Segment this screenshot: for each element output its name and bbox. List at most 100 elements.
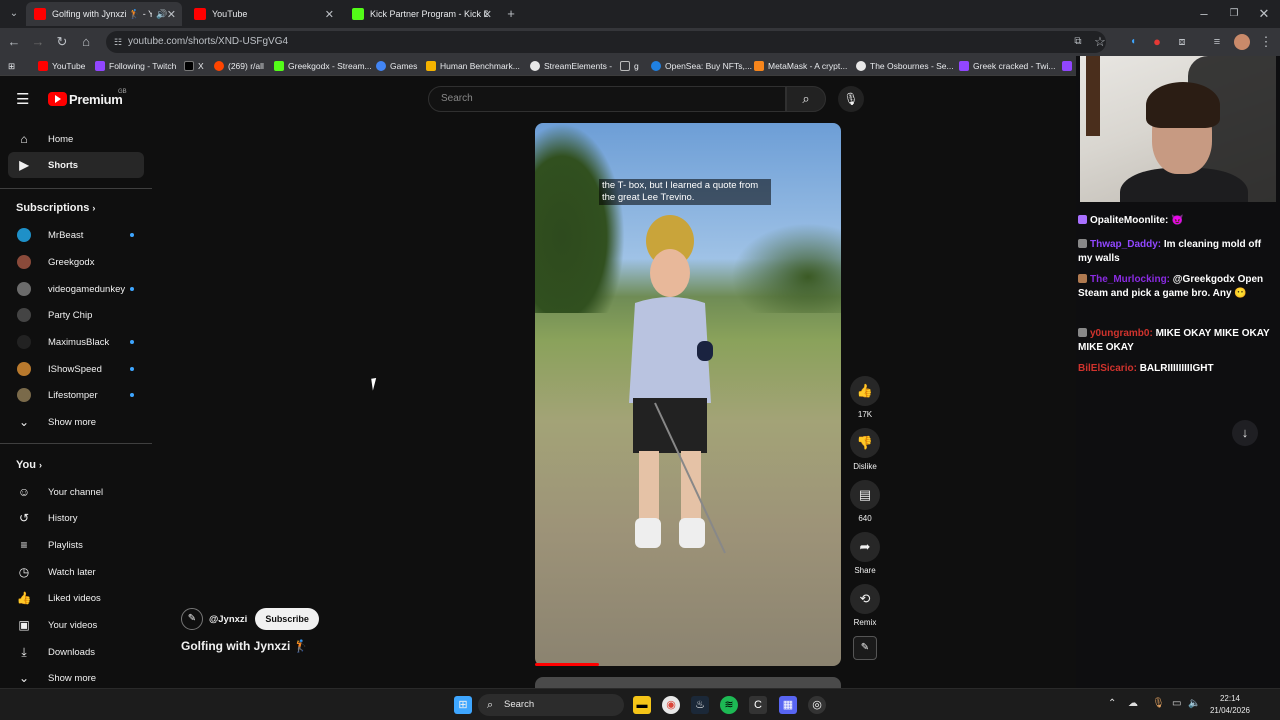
channel-thumbnail-icon[interactable]: ✎ (853, 636, 877, 660)
next-short-preview[interactable] (535, 677, 841, 688)
chevron-right-icon: › (39, 460, 43, 470)
reload-icon[interactable]: ↻ (54, 34, 70, 50)
search-button[interactable]: ⌕ (786, 86, 826, 112)
back-icon[interactable]: ← (6, 34, 22, 50)
profile-avatar[interactable] (1234, 34, 1250, 50)
sidebar-item-videogamedunkey[interactable]: videogamedunkey (8, 276, 144, 302)
sidebar-item-your-channel[interactable]: ☺ Your channel (8, 479, 144, 505)
youtube-logo-icon[interactable] (48, 92, 67, 106)
taskbar-search[interactable]: ⌕ Search (478, 694, 624, 716)
windows-start-icon[interactable]: ⊞ (454, 696, 472, 714)
sidebar-item-maximusblack[interactable]: MaximusBlack (8, 329, 144, 355)
extension-icon[interactable]: ● (1149, 34, 1165, 50)
steam-icon[interactable]: ♨ (691, 696, 709, 714)
sidebar-item-home[interactable]: ⌂ Home (8, 126, 144, 152)
restore-icon[interactable]: ❐ (1226, 6, 1242, 22)
short-title[interactable]: Golfing with Jynxzi 🏌 (181, 639, 309, 653)
clock[interactable]: 22:14 21/04/2026 (1206, 693, 1254, 717)
voice-search-button[interactable]: 🎙 (838, 86, 864, 112)
app-icon[interactable]: C (749, 696, 767, 714)
network-icon[interactable]: ▭ (1172, 698, 1181, 709)
sidebar-item-lifestomper[interactable]: Lifestomper (8, 382, 144, 408)
youtube-logo-text[interactable]: Premium (69, 92, 123, 107)
extension-icon[interactable]: ◖ (1125, 34, 1141, 50)
video-progress-bar[interactable] (535, 663, 599, 666)
bookmark-twitch[interactable]: Following - Twitch (95, 59, 176, 73)
audio-icon[interactable]: 🔊 (156, 9, 167, 20)
menu-icon[interactable]: ⋮ (1258, 34, 1274, 50)
like-button[interactable]: 👍 17K (848, 376, 882, 419)
subscribe-button[interactable]: Subscribe (255, 608, 319, 630)
sidebar-item-greekgodx[interactable]: Greekgodx (8, 249, 144, 275)
scroll-down-button[interactable]: ↓ (1232, 420, 1258, 446)
url-field[interactable]: ☷ youtube.com/shorts/XND-USFgVG4 (106, 31, 1106, 53)
remix-button[interactable]: ⟲ Remix (848, 584, 882, 627)
bookmark-greekgodx[interactable]: Greekgodx - Stream... (274, 59, 372, 73)
close-tab-icon[interactable]: ✕ (325, 8, 334, 21)
extensions-icon[interactable]: ⧈ (1174, 34, 1190, 50)
tray-chevron-icon[interactable]: ⌃ (1108, 698, 1116, 709)
new-tab-button[interactable]: + (503, 6, 519, 22)
comment-icon: ▤ (850, 480, 880, 510)
channel-handle[interactable]: @Jynxzi (209, 614, 247, 625)
chrome-icon[interactable]: ◉ (662, 696, 680, 714)
home-icon[interactable]: ⌂ (78, 34, 94, 50)
bookmark-reddit[interactable]: (269) r/all (214, 59, 264, 73)
twitch-icon (95, 61, 105, 71)
sidebar-item-ishowspeed[interactable]: IShowSpeed (8, 356, 144, 382)
bookmark-human-benchmark[interactable]: Human Benchmark... (426, 59, 520, 73)
close-window-icon[interactable]: ✕ (1256, 6, 1272, 22)
spotify-icon[interactable]: ≋ (720, 696, 738, 714)
bookmark-streamelements[interactable]: StreamElements - (530, 59, 612, 73)
tab-search-icon[interactable]: ⌄ (6, 6, 22, 22)
comments-button[interactable]: ▤ 640 (848, 480, 882, 523)
apps-icon[interactable]: ⊞ (8, 59, 15, 73)
bookmark-x[interactable]: X (184, 59, 204, 73)
bookmark-metamask[interactable]: MetaMask - A crypt... (754, 59, 847, 73)
sidebar-item-history[interactable]: ↺ History (8, 505, 144, 531)
tab-golfing[interactable]: Golfing with Jynxzi 🏌 - Yo 🔊 ✕ (26, 2, 182, 26)
sidebar-item-playlists[interactable]: ≡ Playlists (8, 532, 144, 558)
show-more-subscriptions[interactable]: ⌄ Show more (8, 409, 144, 435)
close-tab-icon[interactable]: ✕ (167, 8, 176, 21)
media-icon[interactable]: ≡ (1209, 34, 1225, 50)
obs-icon[interactable]: ◎ (808, 696, 826, 714)
sidebar-item-party-chip[interactable]: Party Chip (8, 302, 144, 328)
bookmark-youtube[interactable]: YouTube (38, 59, 85, 73)
sidebar-item-mrbeast[interactable]: MrBeast (8, 222, 144, 248)
new-content-dot (130, 233, 134, 237)
hamburger-menu-icon[interactable]: ☰ (16, 90, 29, 108)
share-button[interactable]: ➦ Share (848, 532, 882, 575)
close-tab-icon[interactable]: ✕ (483, 8, 492, 21)
file-explorer-icon[interactable]: ▬ (633, 696, 651, 714)
like-icon: 👍 (850, 376, 880, 406)
minimize-icon[interactable]: – (1196, 6, 1212, 22)
dislike-button[interactable]: 👎 Dislike (848, 428, 882, 471)
tab-kick[interactable]: Kick Partner Program - Kick Da ✕ (344, 2, 498, 26)
search-input[interactable]: Search (428, 86, 786, 112)
tab-youtube[interactable]: YouTube ✕ (186, 2, 340, 26)
sidebar-item-your-videos[interactable]: ▣ Your videos (8, 612, 144, 638)
bookmark-star-icon[interactable]: ☆ (1092, 34, 1108, 50)
subscriptions-heading[interactable]: Subscriptions › (16, 202, 95, 214)
cloud-icon[interactable]: ☁ (1128, 698, 1138, 709)
channel-avatar[interactable]: ✎ (181, 608, 203, 630)
site-info-icon[interactable]: ☷ (114, 31, 122, 53)
sidebar-item-downloads[interactable]: ⤓ Downloads (8, 639, 144, 665)
install-icon[interactable]: ⧉ (1070, 34, 1086, 50)
microphone-icon[interactable]: 🎙 (1152, 698, 1165, 709)
app-icon[interactable]: ▦ (779, 696, 797, 714)
bookmark-games[interactable]: Games (376, 59, 417, 73)
you-heading[interactable]: You › (16, 459, 42, 471)
short-video-player[interactable]: the T- box, but I learned a quote from t… (535, 123, 841, 666)
streamelements-icon (530, 61, 540, 71)
bookmark-folder-g[interactable]: g (620, 59, 639, 73)
sidebar-item-shorts[interactable]: ▶ Shorts (8, 152, 144, 178)
sidebar-item-liked-videos[interactable]: 👍 Liked videos (8, 585, 144, 611)
bookmark-greek-cracked[interactable]: Greek cracked - Twi... (959, 59, 1056, 73)
bookmark-opensea[interactable]: OpenSea: Buy NFTs,... (651, 59, 752, 73)
sidebar-item-watch-later[interactable]: ◷ Watch later (8, 559, 144, 585)
forward-icon[interactable]: → (30, 34, 46, 50)
volume-icon[interactable]: 🔈 (1188, 698, 1200, 709)
bookmark-osbournes[interactable]: The Osbournes - Se... (856, 59, 954, 73)
